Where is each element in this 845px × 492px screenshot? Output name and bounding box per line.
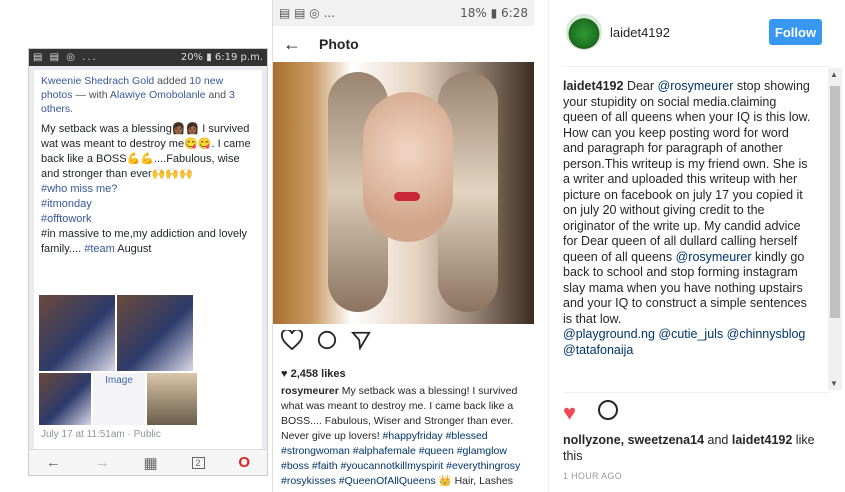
scroll-up-icon[interactable]: ▲ xyxy=(830,70,838,79)
back-arrow-icon[interactable]: ← xyxy=(283,34,301,55)
post-body: My setback was a blessing👩🏾👩🏾 I survived… xyxy=(41,122,255,257)
post-photo[interactable] xyxy=(273,62,534,324)
likes-count[interactable]: ♥ 2,458 likes xyxy=(281,368,346,380)
mention-link[interactable]: @rosymeurer xyxy=(676,250,752,264)
post-timestamp: July 17 at 11:51am · Public xyxy=(41,429,161,440)
forward-arrow-icon[interactable]: → xyxy=(95,454,110,471)
comment-mentions[interactable]: @playground.ng @cutie_juls @chinnysblog … xyxy=(563,327,813,358)
scrollbar[interactable]: ▲ ▼ xyxy=(828,68,842,390)
back-arrow-icon[interactable]: ← xyxy=(46,454,61,471)
liked-by: nollyzone, sweetzena14 and laidet4192 li… xyxy=(563,432,823,464)
post-actions xyxy=(281,330,371,350)
browser-nav-bar: ← → ▦ 2 O xyxy=(29,449,267,475)
divider xyxy=(563,66,830,67)
photo-thumb[interactable] xyxy=(39,295,115,371)
photo-thumb[interactable] xyxy=(147,373,197,425)
post-text: My setback was a blessing👩🏾👩🏾 I survived… xyxy=(41,123,251,180)
tagged-user-link[interactable]: Alawiye Omobolanle xyxy=(110,89,206,101)
scroll-down-icon[interactable]: ▼ xyxy=(830,379,838,388)
photo-face xyxy=(363,92,453,242)
liked-by-and: and xyxy=(704,433,732,447)
hashtag[interactable]: #itmonday xyxy=(41,197,255,212)
divider xyxy=(563,392,830,393)
with-text: — with xyxy=(75,89,108,101)
comment-text: Dear xyxy=(623,79,658,93)
status-icons: ▤ ▤ ◎ ... xyxy=(279,6,336,20)
facebook-post: Kweenie Shedrach Gold added 10 new photo… xyxy=(34,70,262,462)
scrollbar-thumb[interactable] xyxy=(830,86,840,318)
instagram-comment-panel: laidet4192 Follow laidet4192 Dear @rosym… xyxy=(548,0,845,492)
photo-thumb[interactable] xyxy=(117,295,193,371)
status-time: 18% ▮ 6:28 xyxy=(460,6,528,20)
avatar[interactable] xyxy=(566,14,602,50)
share-icon[interactable] xyxy=(351,330,371,350)
photo-lips xyxy=(394,192,420,201)
status-time: 20% ▮ 6:19 p.m. xyxy=(180,52,263,63)
comment-icon[interactable] xyxy=(317,330,337,350)
status-bar: ▤ ▤ ◎ ... 18% ▮ 6:28 xyxy=(273,0,534,26)
heart-icon[interactable]: ♥ xyxy=(563,400,576,426)
instagram-mobile-screenshot: ▤ ▤ ◎ ... 18% ▮ 6:28 ← Photo ♥ 2,458 lik… xyxy=(272,0,534,492)
post-author[interactable]: Kweenie Shedrach Gold xyxy=(41,75,154,87)
liked-by-users[interactable]: nollyzone, sweetzena14 xyxy=(563,433,704,447)
image-placeholder[interactable]: Image xyxy=(93,373,145,425)
mention-link[interactable]: @rosymeurer xyxy=(658,79,734,93)
opera-icon[interactable]: O xyxy=(238,454,250,471)
post-tail: #in massive to me,my addiction and lovel… xyxy=(41,227,255,257)
header-username[interactable]: laidet4192 xyxy=(610,25,670,40)
status-bar: ▤ ▤ ◎ ... 20% ▮ 6:19 p.m. xyxy=(29,49,267,66)
comment-icon[interactable] xyxy=(598,400,618,420)
post-added-text: added xyxy=(157,75,187,87)
tail-text-end: August xyxy=(114,243,152,255)
photo-header: ← Photo xyxy=(273,26,534,62)
time-ago: 1 HOUR AGO xyxy=(563,471,623,481)
status-icons: ▤ ▤ ◎ ... xyxy=(33,52,98,63)
post-header: Kweenie Shedrach Gold added 10 new photo… xyxy=(41,74,255,116)
photo-thumb[interactable] xyxy=(39,373,91,425)
likes-text: 2,458 likes xyxy=(290,368,346,380)
hashtag[interactable]: #offtowork xyxy=(41,212,255,227)
comment-username[interactable]: laidet4192 xyxy=(563,79,623,93)
caption-username[interactable]: rosymeurer xyxy=(281,385,339,397)
tabs-icon[interactable]: 2 xyxy=(191,456,205,469)
hashtag[interactable]: #team xyxy=(84,243,115,255)
liked-by-last-user[interactable]: laidet4192 xyxy=(732,433,792,447)
follow-button[interactable]: Follow xyxy=(769,19,822,45)
facebook-screenshot: ▤ ▤ ◎ ... 20% ▮ 6:19 p.m. Kweenie Shedra… xyxy=(28,48,268,476)
caption-tail: 👑 Hair, Lashes xyxy=(435,475,513,487)
grid-icon[interactable]: ▦ xyxy=(144,454,158,472)
comment-text: stop showing your stupidity on social me… xyxy=(563,79,811,264)
page-title: Photo xyxy=(319,36,359,52)
comment: laidet4192 Dear @rosymeurer stop showing… xyxy=(563,79,813,358)
and-text: and xyxy=(208,89,227,101)
heart-icon[interactable] xyxy=(281,330,303,350)
hashtag[interactable]: #who miss me? xyxy=(41,182,255,197)
post-caption: rosymeurer My setback was a blessing! I … xyxy=(281,384,533,489)
